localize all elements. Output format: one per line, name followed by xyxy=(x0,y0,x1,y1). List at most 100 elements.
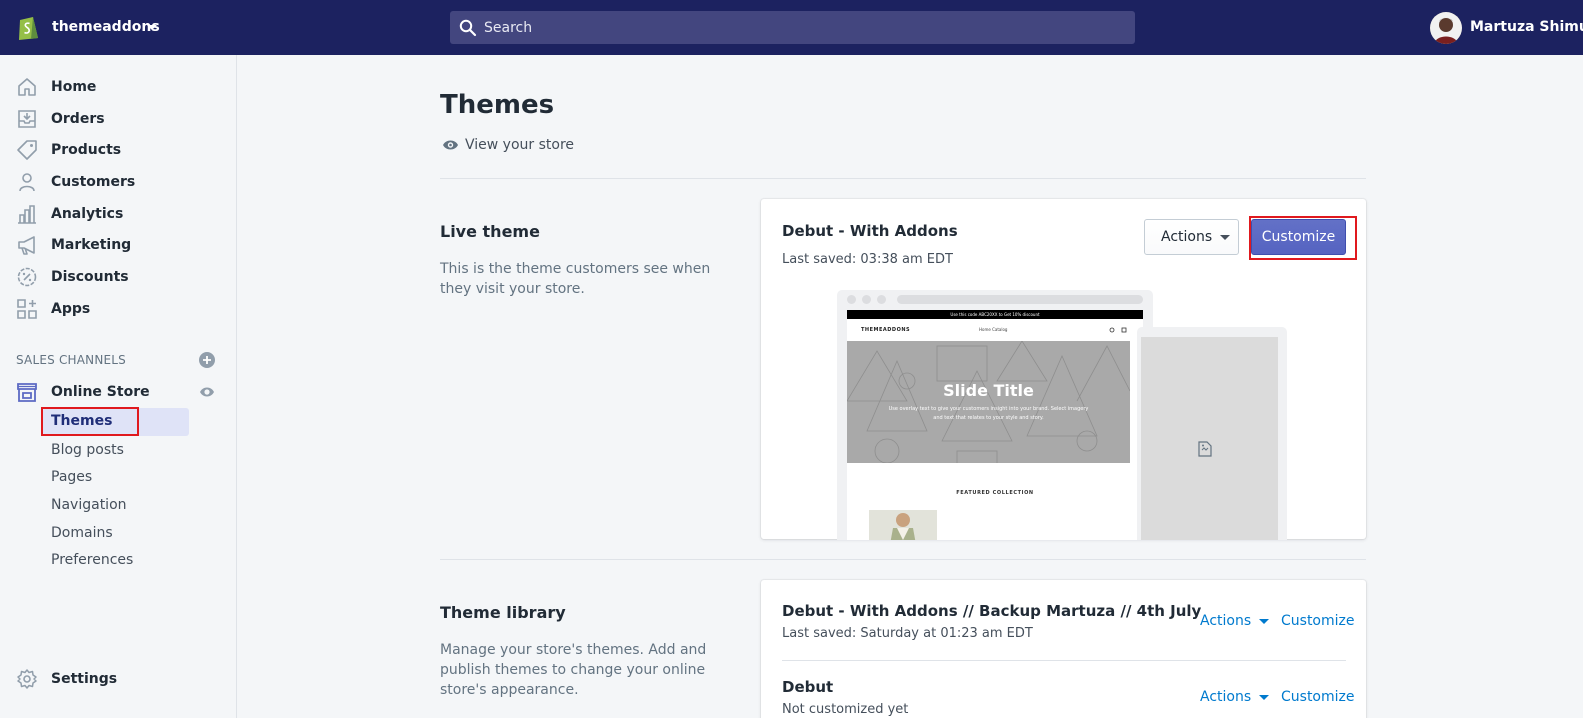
sidebar-item-settings[interactable]: Settings xyxy=(0,664,236,694)
page-title: Themes xyxy=(440,90,555,120)
sidebar-item-orders[interactable]: Orders xyxy=(0,104,236,134)
image-placeholder-icon xyxy=(1198,441,1212,457)
mobile-preview xyxy=(1137,327,1287,540)
theme-library-card: Debut - With Addons // Backup Martuza //… xyxy=(761,580,1366,718)
sidebar-subitem-pages[interactable]: Pages xyxy=(51,469,92,485)
section-divider xyxy=(440,178,1366,179)
caret-down-icon xyxy=(1259,694,1270,700)
sidebar-item-home[interactable]: Home xyxy=(0,72,236,102)
actions-button[interactable]: Actions xyxy=(1144,219,1239,255)
library-theme-name: Debut - With Addons // Backup Martuza //… xyxy=(782,602,1202,620)
library-customize-link[interactable]: Customize xyxy=(1281,689,1355,705)
preview-hero: Slide Title Use overlay text to give you… xyxy=(847,341,1130,463)
actions-label: Actions xyxy=(1200,689,1252,705)
sidebar-item-label: Customers xyxy=(51,174,136,190)
theme-preview[interactable]: Use this code ABC20XX to Get 10% discoun… xyxy=(837,290,1291,540)
sidebar-item-label: Settings xyxy=(51,671,118,687)
sales-channels-label: SALES CHANNELS xyxy=(16,353,126,367)
sidebar-subitem-domains[interactable]: Domains xyxy=(51,525,113,541)
orders-icon xyxy=(18,110,36,128)
desktop-preview: Use this code ABC20XX to Get 10% discoun… xyxy=(837,290,1153,540)
view-store-label: View your store xyxy=(465,137,575,153)
gear-icon xyxy=(17,669,37,689)
section-divider xyxy=(440,559,1366,560)
shopify-logo-icon[interactable] xyxy=(16,13,40,41)
discount-icon xyxy=(17,267,37,287)
highlight-box-themes xyxy=(41,407,139,436)
apps-icon xyxy=(17,299,37,319)
home-icon xyxy=(18,78,36,96)
sidebar-item-marketing[interactable]: Marketing xyxy=(0,230,236,260)
sidebar: Home Orders Products Customers Analytics… xyxy=(0,55,237,718)
actions-label: Actions xyxy=(1161,229,1213,245)
eye-icon xyxy=(443,140,458,150)
sidebar-item-analytics[interactable]: Analytics xyxy=(0,199,236,229)
person-icon xyxy=(19,173,35,192)
preview-url-bar xyxy=(897,295,1143,304)
caret-down-icon xyxy=(1259,618,1270,624)
sidebar-subitem-blog-posts[interactable]: Blog posts xyxy=(51,442,124,458)
mobile-screen xyxy=(1141,337,1278,540)
live-theme-heading: Live theme xyxy=(440,222,540,241)
hero-pattern-icon xyxy=(847,341,1130,463)
add-channel-icon[interactable] xyxy=(199,352,215,368)
sidebar-item-label: Products xyxy=(51,142,122,158)
live-theme-name: Debut - With Addons xyxy=(782,222,958,240)
library-theme-name: Debut xyxy=(782,678,834,696)
search-input[interactable] xyxy=(484,11,1124,44)
live-theme-description: This is the theme customers see when the… xyxy=(440,261,711,297)
library-theme-meta: Not customized yet xyxy=(782,702,909,717)
chevron-down-icon[interactable] xyxy=(147,25,157,30)
sidebar-item-label: Orders xyxy=(51,111,105,127)
sidebar-item-products[interactable]: Products xyxy=(0,135,236,165)
megaphone-icon xyxy=(18,236,35,255)
library-customize-link[interactable]: Customize xyxy=(1281,613,1355,629)
user-photo-icon xyxy=(1430,12,1462,44)
preview-logo: THEMEADDONS xyxy=(861,327,911,333)
sidebar-item-discounts[interactable]: Discounts xyxy=(0,262,236,292)
sidebar-item-apps[interactable]: Apps xyxy=(0,294,236,324)
preview-featured-label: FEATURED COLLECTION xyxy=(956,490,1034,496)
live-theme-last-saved: Last saved: 03:38 am EDT xyxy=(782,252,953,267)
row-divider xyxy=(782,660,1346,661)
preview-screen: Use this code ABC20XX to Get 10% discoun… xyxy=(847,310,1143,540)
preview-announcement: Use this code ABC20XX to Get 10% discoun… xyxy=(847,310,1143,319)
library-theme-meta: Last saved: Saturday at 01:23 am EDT xyxy=(782,626,1033,641)
actions-label: Actions xyxy=(1200,613,1252,629)
sidebar-item-label: Online Store xyxy=(51,384,150,400)
view-store-eye-icon[interactable] xyxy=(199,385,215,399)
sidebar-item-label: Analytics xyxy=(51,206,124,222)
sidebar-subitem-navigation[interactable]: Navigation xyxy=(51,497,127,513)
window-dot xyxy=(862,295,871,304)
library-actions-link[interactable]: Actions xyxy=(1200,613,1270,629)
avatar[interactable] xyxy=(1430,12,1462,44)
window-dot xyxy=(847,295,856,304)
sidebar-item-label: Marketing xyxy=(51,237,132,253)
store-name[interactable]: themeaddons xyxy=(52,19,160,35)
sidebar-item-customers[interactable]: Customers xyxy=(0,167,236,197)
preview-product-image xyxy=(869,510,937,540)
tag-icon xyxy=(17,140,37,160)
theme-library-heading: Theme library xyxy=(440,603,566,622)
user-name[interactable]: Martuza Shimul xyxy=(1470,19,1583,35)
sidebar-item-label: Apps xyxy=(51,301,91,317)
search-icon xyxy=(459,19,477,37)
top-bar: themeaddons Martuza Shimul xyxy=(0,0,1583,55)
product-photo-icon xyxy=(869,510,937,540)
main-content: Themes View your store Live theme This i… xyxy=(237,55,1583,718)
search-bar[interactable] xyxy=(450,11,1135,44)
sidebar-item-label: Home xyxy=(51,79,97,95)
library-actions-link[interactable]: Actions xyxy=(1200,689,1270,705)
view-store-link[interactable]: View your store xyxy=(442,137,574,153)
bar-chart-icon xyxy=(18,205,36,224)
store-icon xyxy=(17,383,37,402)
preview-search-cart-icon xyxy=(1109,327,1127,333)
preview-slide-title: Slide Title xyxy=(943,381,1034,400)
caret-down-icon xyxy=(1220,234,1231,240)
sidebar-subitem-preferences[interactable]: Preferences xyxy=(51,552,133,568)
preview-nav: Home Catalog xyxy=(979,327,1008,332)
highlight-box-customize xyxy=(1249,216,1357,260)
window-dot xyxy=(877,295,886,304)
preview-slide-text: Use overlay text to give your customers … xyxy=(888,406,1089,421)
theme-library-description: Manage your store's themes. Add and publ… xyxy=(440,642,707,698)
